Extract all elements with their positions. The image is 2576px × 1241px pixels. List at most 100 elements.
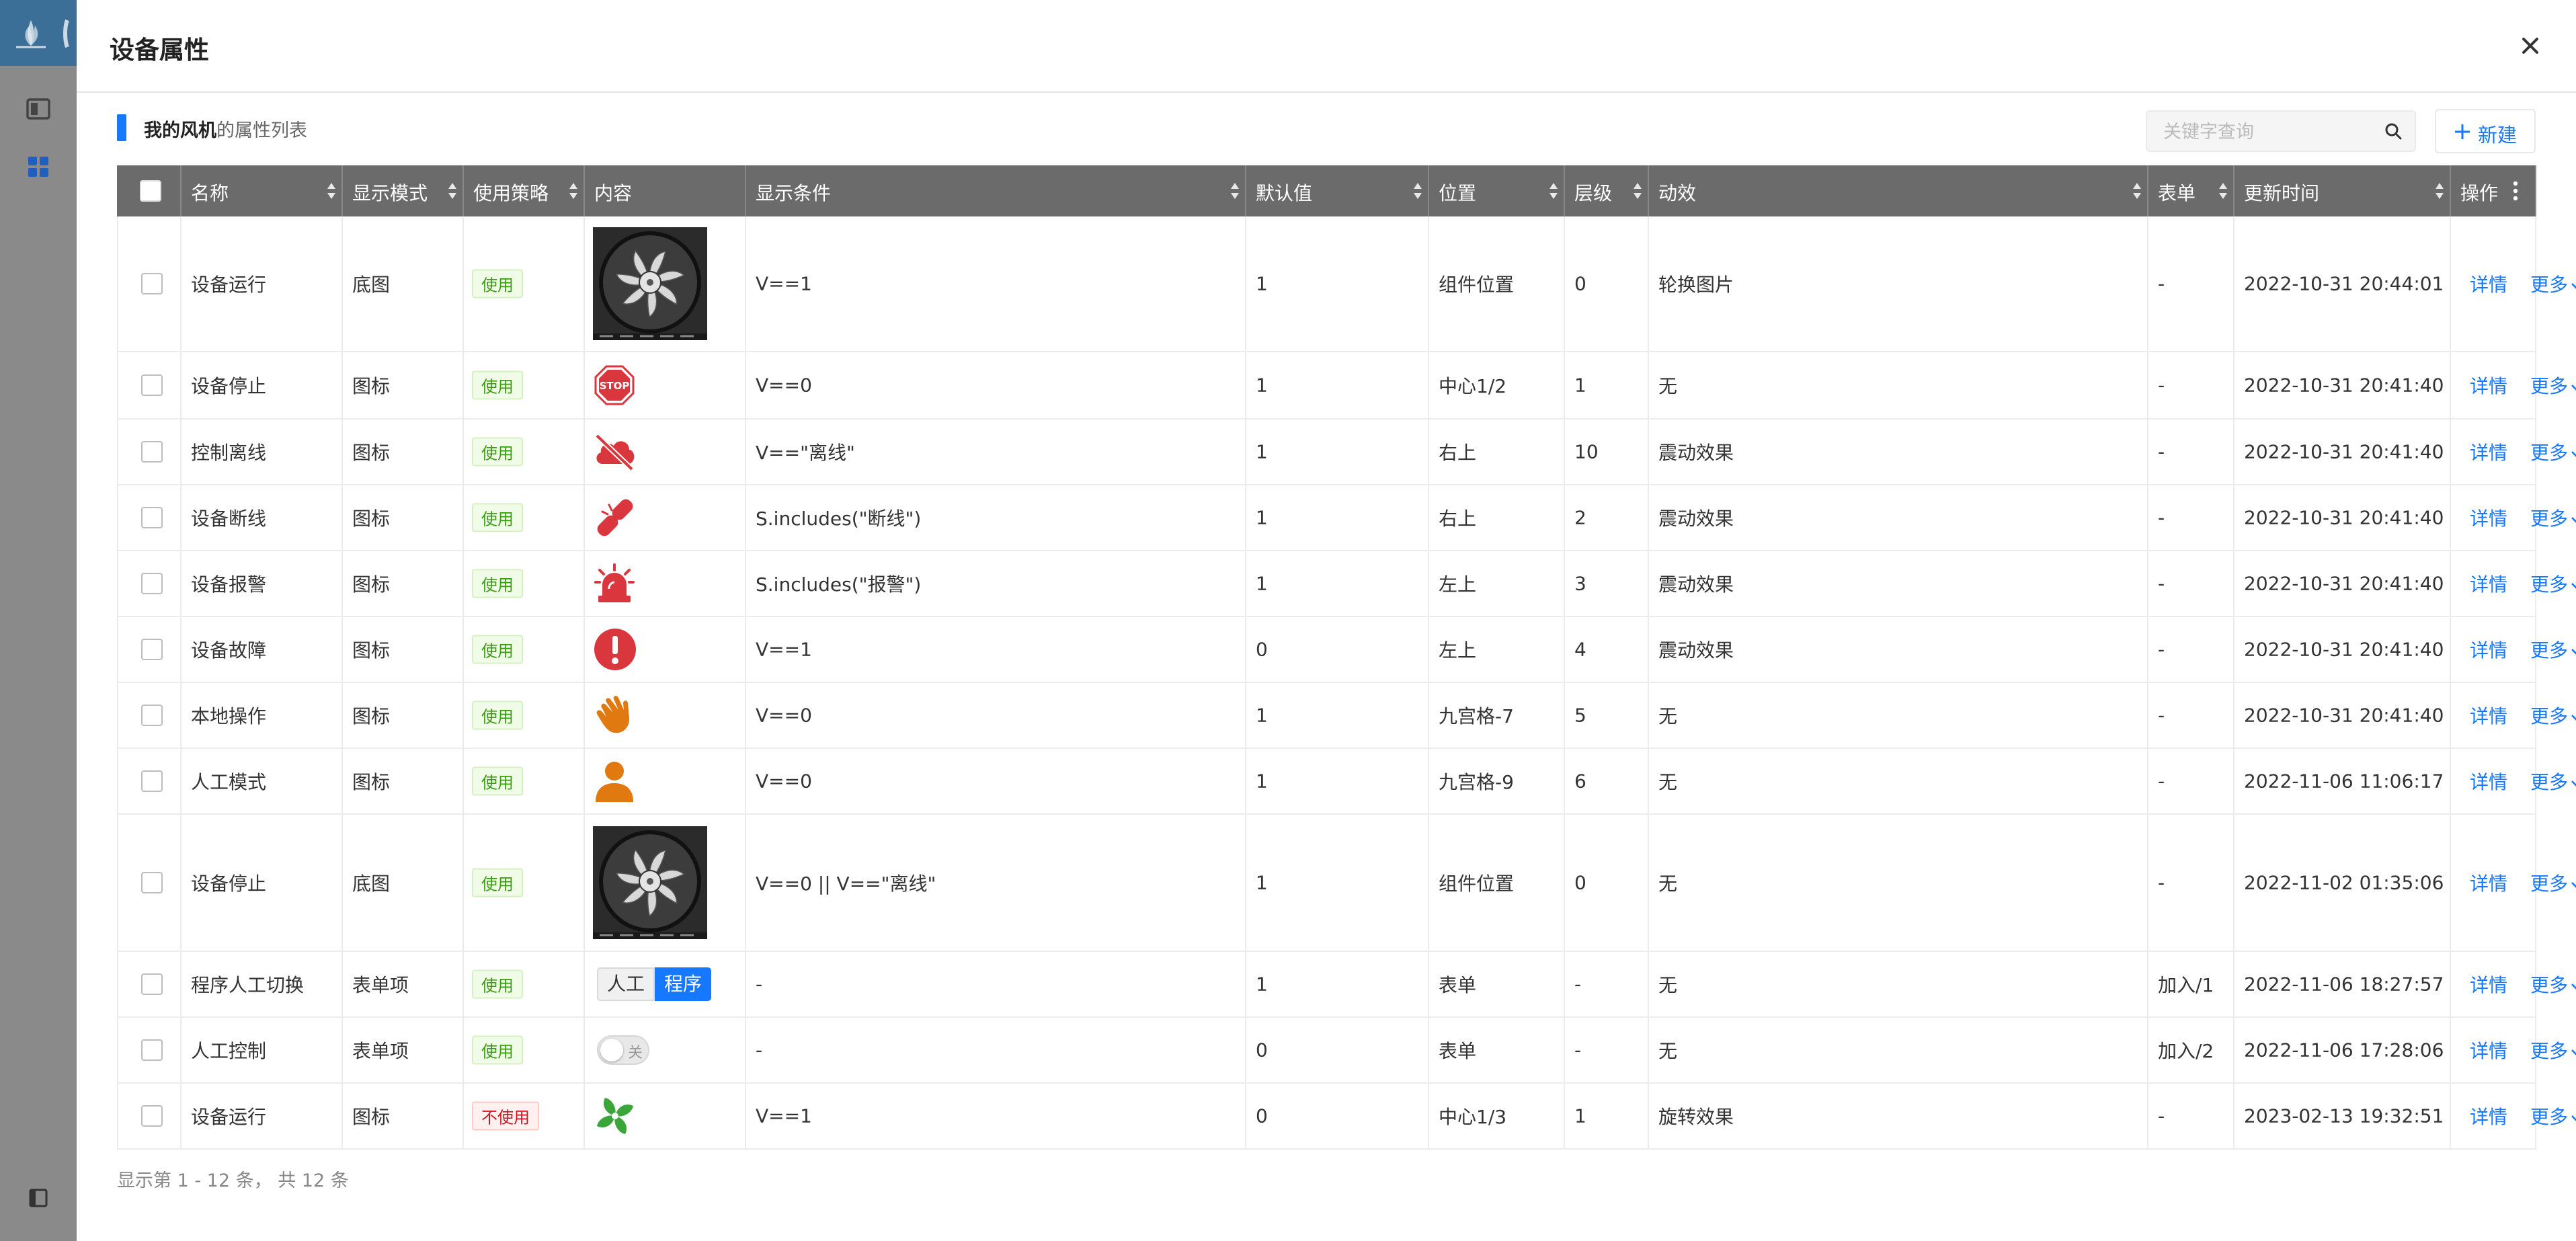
more-dropdown[interactable]: 更多 (2530, 1103, 2576, 1129)
detail-link[interactable]: 详情 (2470, 869, 2507, 896)
more-dropdown[interactable]: 更多 (2530, 438, 2576, 465)
cell-pos: 组件位置 (1429, 216, 1565, 351)
hand-icon (593, 694, 636, 737)
detail-link[interactable]: 详情 (2470, 971, 2507, 998)
more-dropdown[interactable]: 更多 (2530, 270, 2576, 297)
row-checkbox[interactable] (141, 273, 163, 294)
sort-icon[interactable] (569, 182, 578, 200)
detail-link[interactable]: 详情 (2470, 270, 2507, 297)
row-checkbox[interactable] (141, 1039, 163, 1061)
cell-text: 5 (1574, 704, 1586, 727)
column-header-usage-policy[interactable]: 使用策略 (464, 165, 585, 216)
app-logo[interactable] (0, 0, 77, 66)
cloud-offline-icon (593, 432, 637, 472)
column-header-animation[interactable]: 动效 (1649, 165, 2148, 216)
cell-ops: 详情 更多 (2451, 419, 2576, 484)
cell-text: 1 (1256, 506, 1268, 529)
more-label: 更多 (2530, 1106, 2569, 1128)
column-settings-icon[interactable] (2512, 180, 2519, 202)
row-checkbox[interactable] (141, 872, 163, 893)
detail-link[interactable]: 详情 (2470, 636, 2507, 663)
column-header-label: 默认值 (1256, 182, 1313, 204)
row-checkbox[interactable] (141, 441, 163, 463)
sort-icon[interactable] (2132, 182, 2142, 200)
cell-text: - (2158, 638, 2165, 661)
sort-icon[interactable] (1549, 182, 1558, 200)
detail-link[interactable]: 详情 (2470, 504, 2507, 531)
cell-layer: 3 (1565, 551, 1649, 616)
mode-segmented-control[interactable]: 人工 程序 (597, 967, 718, 1001)
more-dropdown[interactable]: 更多 (2530, 869, 2576, 896)
row-checkbox[interactable] (141, 639, 163, 660)
more-dropdown[interactable]: 更多 (2530, 768, 2576, 795)
cell-name: 控制离线 (182, 419, 343, 484)
book-icon[interactable] (25, 95, 52, 122)
segment-program[interactable]: 程序 (655, 967, 711, 1001)
keyword-search-input[interactable] (2147, 112, 2366, 152)
column-header-form[interactable]: 表单 (2148, 165, 2235, 216)
sort-icon[interactable] (2435, 182, 2444, 200)
sort-icon[interactable] (1230, 182, 1240, 200)
column-header-label: 内容 (594, 182, 633, 204)
detail-link[interactable]: 详情 (2470, 1103, 2507, 1129)
manual-control-switch[interactable]: 关 (597, 1035, 649, 1065)
cell-name: 设备断线 (182, 485, 343, 550)
app-sidebar (0, 0, 77, 1241)
new-button[interactable]: 新建 (2435, 109, 2536, 153)
detail-link[interactable]: 详情 (2470, 372, 2507, 399)
select-all-checkbox[interactable] (140, 180, 161, 202)
column-header-name[interactable]: 名称 (182, 165, 343, 216)
cell-pos: 右上 (1429, 419, 1565, 484)
column-header-default-value[interactable]: 默认值 (1246, 165, 1429, 216)
collapse-sidebar-icon[interactable] (25, 1185, 52, 1211)
detail-link[interactable]: 详情 (2470, 570, 2507, 597)
column-header-position[interactable]: 位置 (1429, 165, 1565, 216)
cell-cond: V==0 (746, 683, 1246, 748)
more-dropdown[interactable]: 更多 (2530, 702, 2576, 729)
search-button[interactable] (2373, 110, 2416, 152)
row-checkbox[interactable] (141, 770, 163, 792)
close-icon[interactable] (2517, 32, 2544, 59)
dashboard-icon[interactable] (25, 153, 52, 180)
cell-time: 2023-02-13 19:32:51 (2235, 1084, 2451, 1148)
cell-text: 0 (1574, 272, 1586, 295)
segment-manual[interactable]: 人工 (597, 967, 655, 1001)
detail-link[interactable]: 详情 (2470, 768, 2507, 795)
sort-icon[interactable] (2218, 182, 2228, 200)
sort-icon[interactable] (1633, 182, 1642, 200)
cell-text: - (2158, 506, 2165, 529)
cell-default: 1 (1246, 419, 1429, 484)
sort-icon[interactable] (448, 182, 457, 200)
more-dropdown[interactable]: 更多 (2530, 504, 2576, 531)
detail-link[interactable]: 详情 (2470, 702, 2507, 729)
cell-text: 加入/1 (2158, 974, 2214, 996)
more-dropdown[interactable]: 更多 (2530, 636, 2576, 663)
chevron-down-icon (2571, 451, 2576, 457)
row-checkbox[interactable] (141, 374, 163, 396)
cell-text: 人工控制 (191, 1040, 267, 1062)
cell-mode: 图标 (343, 683, 464, 748)
row-checkbox[interactable] (141, 573, 163, 594)
column-header-updated-time[interactable]: 更新时间 (2235, 165, 2451, 216)
sort-icon[interactable] (327, 182, 336, 200)
cell-layer: 1 (1565, 352, 1649, 418)
row-checkbox[interactable] (141, 1105, 163, 1127)
detail-link[interactable]: 详情 (2470, 438, 2507, 465)
column-header-layer[interactable]: 层级 (1565, 165, 1649, 216)
detail-link[interactable]: 详情 (2470, 1037, 2507, 1064)
more-dropdown[interactable]: 更多 (2530, 372, 2576, 399)
cell-text: 右上 (1439, 508, 1477, 530)
row-select-cell (117, 617, 182, 682)
column-header-display-condition[interactable]: 显示条件 (746, 165, 1246, 216)
column-header-display-mode[interactable]: 显示模式 (343, 165, 464, 216)
more-dropdown[interactable]: 更多 (2530, 570, 2576, 597)
more-dropdown[interactable]: 更多 (2530, 1037, 2576, 1064)
sort-icon[interactable] (1413, 182, 1422, 200)
more-dropdown[interactable]: 更多 (2530, 971, 2576, 998)
more-label: 更多 (2530, 639, 2569, 662)
cell-text: 2022-10-31 20:44:01 (2244, 272, 2444, 295)
row-checkbox[interactable] (141, 705, 163, 726)
pagination-summary: 显示第 1 - 12 条， 共 12 条 (117, 1170, 349, 1191)
row-checkbox[interactable] (141, 973, 163, 995)
row-checkbox[interactable] (141, 507, 163, 528)
